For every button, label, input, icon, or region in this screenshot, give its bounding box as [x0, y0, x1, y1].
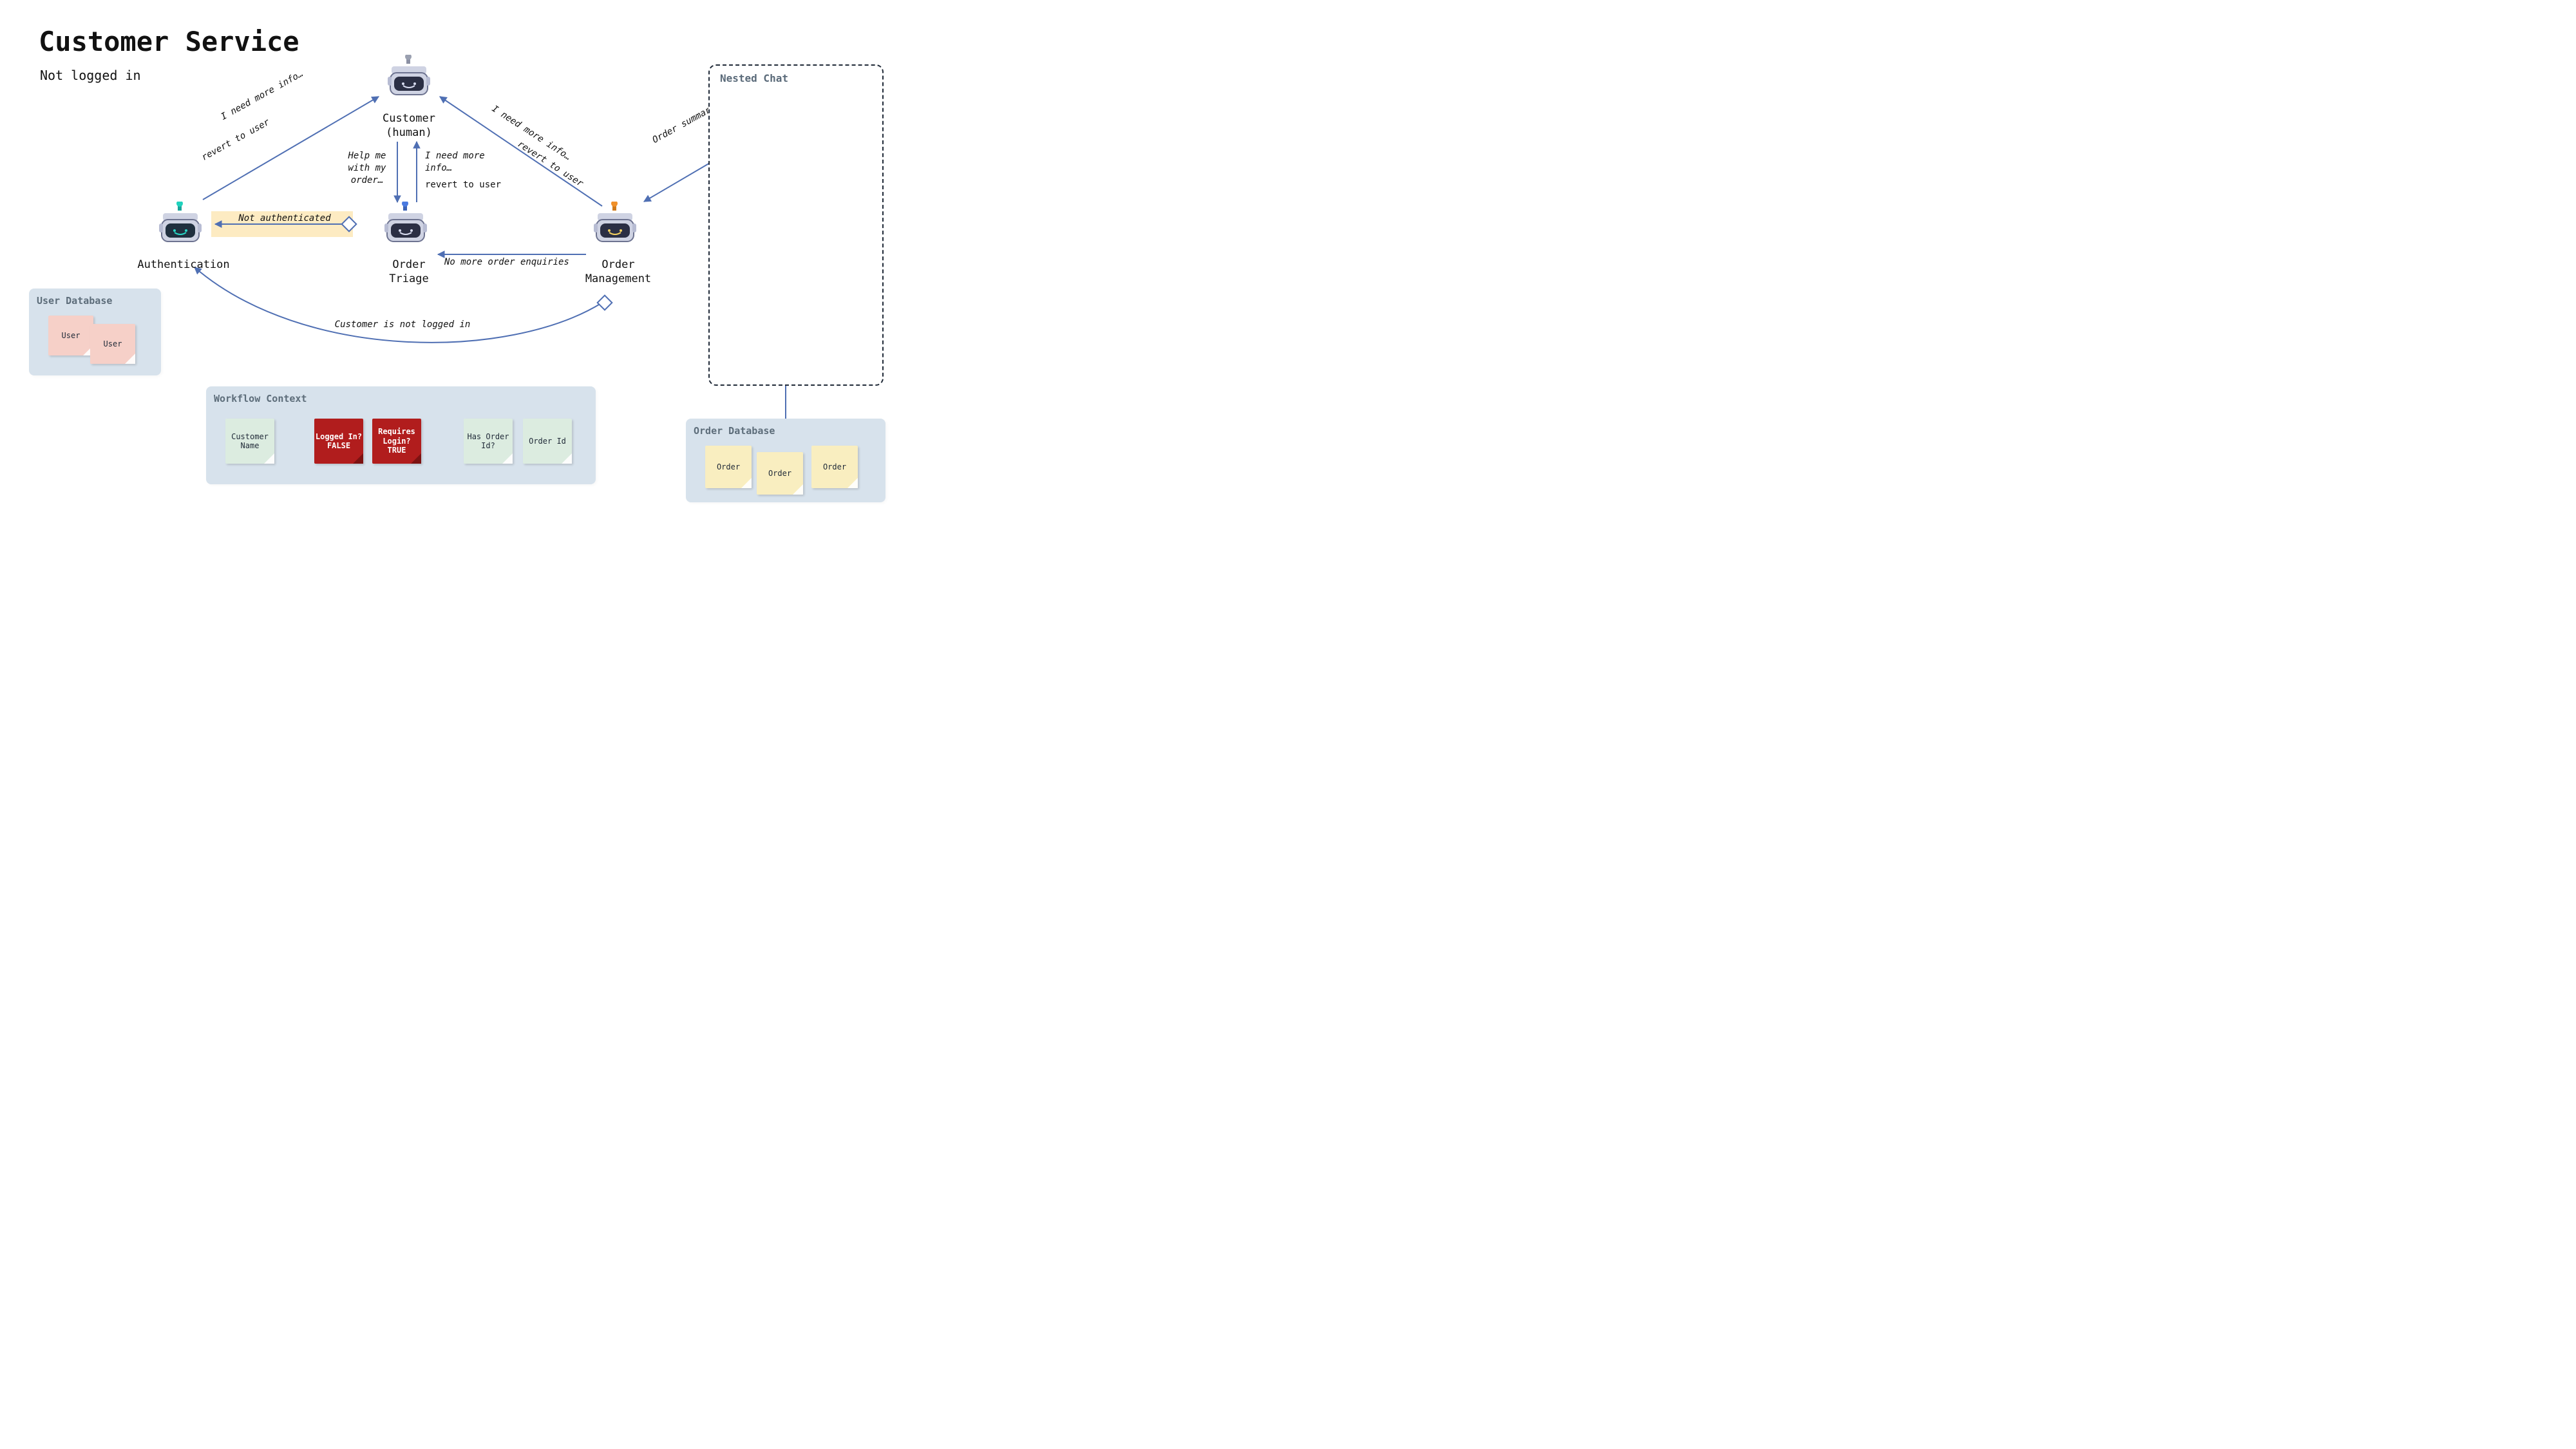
agent-customer-icon	[386, 55, 431, 106]
user-db-title: User Database	[37, 295, 112, 307]
edge-auth-to-customer-msg: I need more info…	[219, 68, 305, 124]
order-db-note: Order	[705, 446, 752, 488]
edge-triage-to-customer-msg: I need more info…	[425, 150, 496, 175]
edge-mgmt-curve-to-auth: Customer is not logged in	[325, 319, 480, 331]
order-db-panel: Order Database Order Order Order	[686, 419, 886, 502]
edge-mgmt-to-triage: No more order enquiries	[444, 256, 586, 269]
user-db-panel: User Database User User	[29, 289, 161, 375]
agent-authentication-icon	[158, 202, 203, 253]
agent-order-triage-label: Order Triage	[370, 258, 448, 286]
wc-note-customer-name: Customer Name	[225, 419, 274, 464]
wc-note-requires-login: Requires Login? TRUE	[372, 419, 421, 464]
agent-customer-label: Customer (human)	[370, 111, 448, 140]
page-title: Customer Service	[39, 26, 299, 57]
nested-chat-panel	[708, 64, 884, 386]
agent-order-triage-icon	[383, 202, 428, 253]
workflow-context-title: Workflow Context	[214, 393, 307, 404]
edge-auth-to-customer-action: revert to user	[200, 117, 272, 164]
wc-note-has-order-id: Has Order Id?	[464, 419, 513, 464]
wc-note-order-id: Order Id	[523, 419, 572, 464]
workflow-context-panel: Workflow Context Customer Name Logged In…	[206, 386, 596, 484]
agent-order-management-icon	[592, 202, 638, 253]
user-db-note: User	[48, 316, 93, 355]
edge-customer-to-triage: Help me with my order…	[341, 150, 393, 187]
order-db-note: Order	[811, 446, 858, 488]
order-db-title: Order Database	[694, 425, 775, 437]
edge-triage-to-auth: Not authenticated	[233, 213, 336, 225]
wc-note-logged-in: Logged In? FALSE	[314, 419, 363, 464]
agent-authentication-label: Authentication	[132, 258, 235, 272]
user-db-note: User	[90, 324, 135, 364]
order-db-note: Order	[757, 452, 803, 495]
page-subtitle: Not logged in	[40, 68, 141, 83]
edge-triage-to-customer-action: revert to user	[425, 179, 515, 191]
nested-chat-title: Nested Chat	[720, 72, 788, 84]
agent-order-management-label: Order Management	[573, 258, 663, 286]
